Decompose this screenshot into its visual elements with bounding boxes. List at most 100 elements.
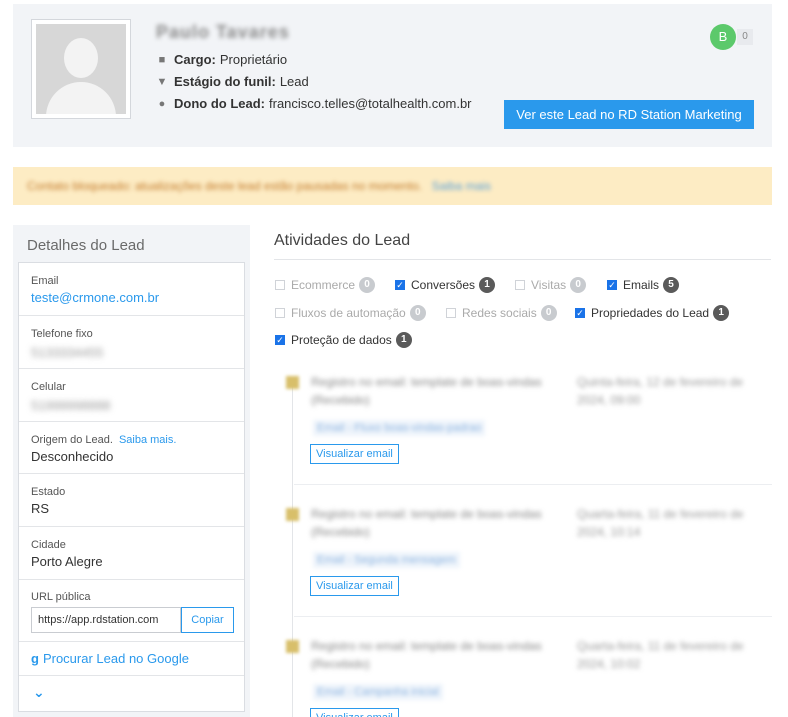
email-activity-icon bbox=[286, 508, 299, 521]
email-activity-icon bbox=[286, 376, 299, 389]
activities-title: Atividades do Lead bbox=[274, 232, 411, 249]
email-value[interactable]: teste@crmone.com.br bbox=[31, 290, 244, 305]
lead-details-panel: Detalhes do Lead Email teste@crmone.com.… bbox=[13, 225, 250, 717]
activity-email-link[interactable]: Email - Fluxo boas-vindas-padrao bbox=[313, 420, 486, 436]
avatar-placeholder-icon bbox=[36, 24, 126, 114]
chevron-down-icon[interactable]: ⌄ bbox=[33, 684, 45, 701]
conversoes-label: Conversões bbox=[411, 278, 476, 292]
filter-conversoes[interactable]: ✓ Conversões 1 bbox=[395, 277, 496, 293]
filter-visitas[interactable]: Visitas 0 bbox=[515, 277, 587, 293]
view-email-button[interactable]: Visualizar email bbox=[310, 576, 399, 596]
redes-sociais-label: Redes sociais bbox=[462, 306, 537, 320]
activity-date: Quarta-feira, 11 de fevereiro de 2024, 1… bbox=[577, 639, 744, 671]
public-url-input[interactable] bbox=[31, 607, 181, 633]
view-email-button[interactable]: Visualizar email bbox=[310, 708, 399, 717]
view-email-button[interactable]: Visualizar email bbox=[310, 444, 399, 464]
activity-text: Registro no email: template de boas-vind… bbox=[311, 507, 542, 539]
copy-url-button[interactable]: Copiar bbox=[181, 607, 234, 633]
briefcase-icon: ■ bbox=[158, 53, 166, 66]
google-search-link[interactable]: g Procurar Lead no Google bbox=[31, 651, 189, 666]
fluxos-count: 0 bbox=[409, 305, 426, 321]
propriedades-label: Propriedades do Lead bbox=[591, 306, 710, 320]
origem-saiba-mais-link[interactable]: Saiba mais. bbox=[119, 434, 176, 446]
details-box: Email teste@crmone.com.br Telefone fixo … bbox=[18, 262, 245, 712]
estado-label: Estado bbox=[31, 486, 66, 498]
redes-sociais-count: 0 bbox=[540, 305, 557, 321]
email-activity-icon bbox=[286, 640, 299, 653]
propriedades-count: 1 bbox=[713, 305, 730, 321]
lead-name: Paulo Tavares bbox=[156, 22, 290, 42]
conversoes-count: 1 bbox=[479, 277, 496, 293]
protecao-dados-count: 1 bbox=[395, 332, 412, 348]
lead-header-card: Paulo Tavares ■ Cargo: Proprietário ▼ Es… bbox=[13, 4, 772, 147]
ecommerce-checkbox[interactable] bbox=[275, 280, 285, 290]
score-count: 0 bbox=[737, 29, 753, 45]
activity-email-link[interactable]: Email - Campanha inicial bbox=[313, 684, 443, 700]
filter-protecao-dados[interactable]: ✓ Proteção de dados 1 bbox=[275, 332, 412, 348]
estado-value: RS bbox=[31, 501, 50, 516]
url-field: URL pública Copiar bbox=[19, 580, 244, 642]
details-title: Detalhes do Lead bbox=[27, 237, 145, 254]
visitas-count: 0 bbox=[570, 277, 587, 293]
google-search-label: Procurar Lead no Google bbox=[42, 651, 189, 666]
url-row: Copiar bbox=[31, 607, 244, 633]
filter-emails[interactable]: ✓ Emails 5 bbox=[607, 277, 680, 293]
celular-field: Celular 51999998888 bbox=[19, 369, 244, 422]
cargo-label: Cargo: bbox=[174, 52, 216, 67]
ecommerce-label: Ecommerce bbox=[291, 278, 356, 292]
fluxos-label: Fluxos de automação bbox=[291, 306, 406, 320]
activity-separator bbox=[294, 616, 772, 617]
score-badge: B bbox=[710, 24, 736, 50]
url-label: URL pública bbox=[31, 591, 91, 603]
email-field: Email teste@crmone.com.br bbox=[19, 263, 244, 316]
conversoes-checkbox[interactable]: ✓ bbox=[395, 280, 405, 290]
protecao-dados-checkbox[interactable]: ✓ bbox=[275, 335, 285, 345]
activities-divider bbox=[274, 259, 771, 260]
origem-value: Desconhecido bbox=[31, 449, 114, 464]
funnel-icon: ▼ bbox=[156, 75, 168, 88]
telefone-label: Telefone fixo bbox=[31, 328, 93, 340]
origem-field: Origem do Lead. Saiba mais. Desconhecido bbox=[19, 422, 244, 474]
estado-field: Estado RS bbox=[19, 474, 244, 527]
emails-checkbox[interactable]: ✓ bbox=[607, 280, 617, 290]
telefone-value: 5133334455 bbox=[31, 345, 104, 360]
alert-link[interactable]: Saiba mais bbox=[432, 179, 491, 193]
cargo-row: ■ Cargo: Proprietário bbox=[156, 52, 287, 67]
cidade-value: Porto Alegre bbox=[31, 554, 103, 569]
activity-date: Quarta-feira, 11 de fevereiro de 2024, 1… bbox=[577, 507, 744, 539]
propriedades-checkbox[interactable]: ✓ bbox=[575, 308, 585, 318]
cidade-label: Cidade bbox=[31, 539, 66, 551]
funil-value: Lead bbox=[279, 74, 309, 89]
telefone-field: Telefone fixo 5133334455 bbox=[19, 316, 244, 369]
dono-label: Dono do Lead: bbox=[174, 96, 265, 111]
filter-propriedades[interactable]: ✓ Propriedades do Lead 1 bbox=[575, 305, 730, 321]
emails-label: Emails bbox=[623, 278, 660, 292]
timeline-line bbox=[292, 385, 293, 717]
celular-label: Celular bbox=[31, 381, 66, 393]
activity-text: Registro no email: template de boas-vind… bbox=[311, 639, 542, 671]
emails-count: 5 bbox=[663, 277, 680, 293]
protecao-dados-label: Proteção de dados bbox=[291, 333, 392, 347]
visitas-label: Visitas bbox=[531, 278, 567, 292]
origem-label-row: Origem do Lead. Saiba mais. bbox=[31, 434, 244, 446]
dono-value: francisco.telles@totalhealth.com.br bbox=[269, 96, 472, 111]
visitas-checkbox[interactable] bbox=[515, 280, 525, 290]
view-in-rd-station-button[interactable]: Ver este Lead no RD Station Marketing bbox=[504, 100, 754, 129]
redes-sociais-checkbox[interactable] bbox=[446, 308, 456, 318]
dono-row: ● Dono do Lead: francisco.telles@totalhe… bbox=[156, 96, 472, 111]
user-icon: ● bbox=[158, 97, 166, 110]
funil-row: ▼ Estágio do funil: Lead bbox=[156, 74, 309, 89]
filter-ecommerce[interactable]: Ecommerce 0 bbox=[275, 277, 376, 293]
filter-fluxos[interactable]: Fluxos de automação 0 bbox=[275, 305, 426, 321]
fluxos-checkbox[interactable] bbox=[275, 308, 285, 318]
email-label: Email bbox=[31, 275, 59, 287]
warning-alert: Contato bloqueado: atualizações deste le… bbox=[13, 167, 772, 205]
google-icon: g bbox=[31, 651, 39, 666]
activity-email-link[interactable]: Email - Segunda mensagem bbox=[313, 552, 460, 568]
lead-avatar bbox=[31, 19, 131, 119]
alert-text: Contato bloqueado: atualizações deste le… bbox=[27, 179, 422, 193]
cargo-value: Proprietário bbox=[219, 52, 288, 67]
activity-separator bbox=[294, 484, 772, 485]
cidade-field: Cidade Porto Alegre bbox=[19, 527, 244, 580]
filter-redes-sociais[interactable]: Redes sociais 0 bbox=[446, 305, 557, 321]
